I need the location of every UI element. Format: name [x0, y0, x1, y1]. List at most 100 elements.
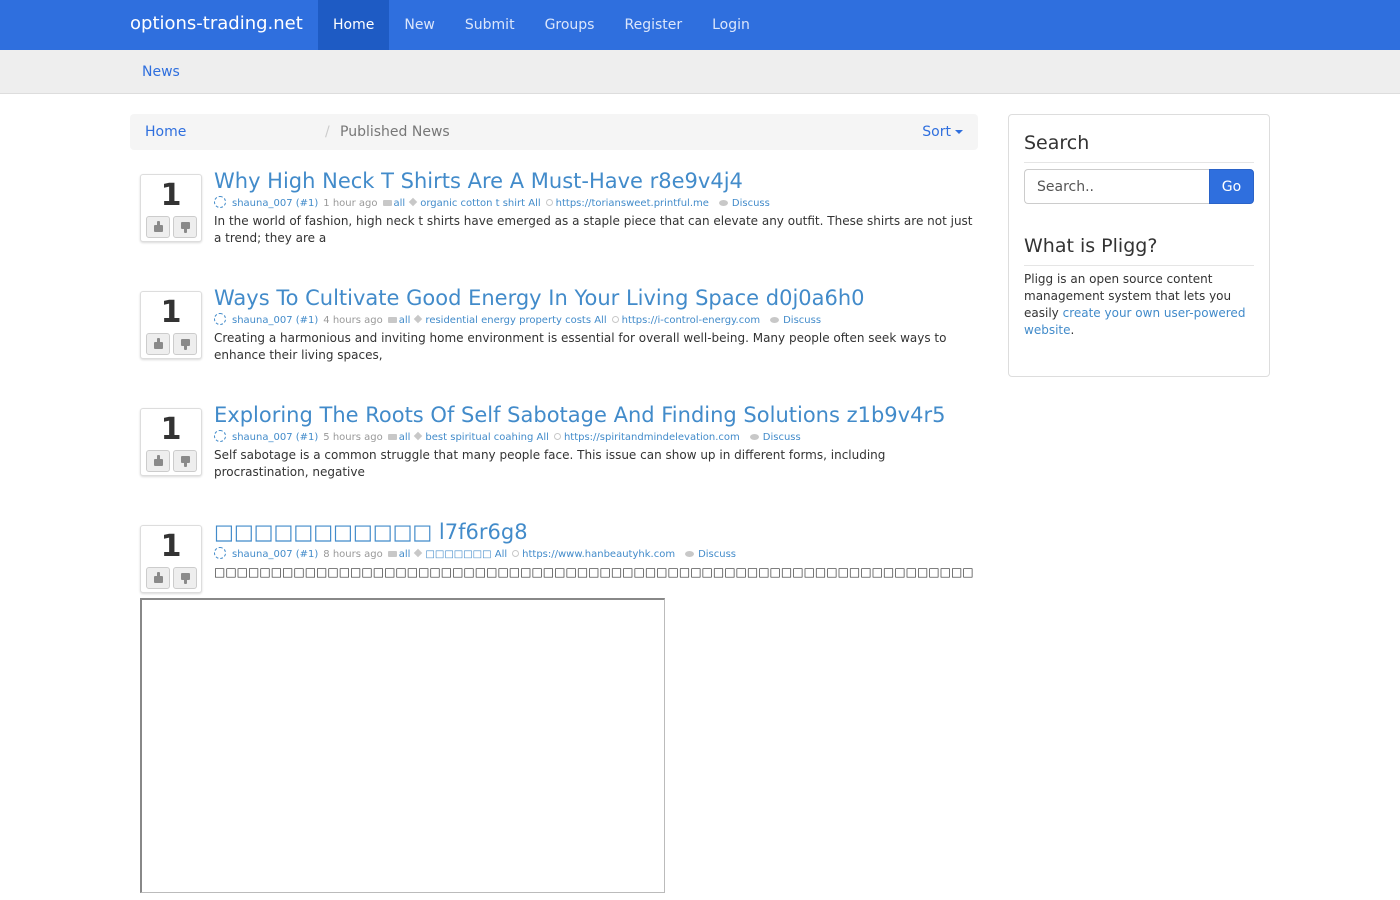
folder-icon — [387, 551, 397, 557]
globe-icon — [512, 550, 520, 557]
story-title[interactable]: Exploring The Roots Of Self Sabotage And… — [214, 403, 980, 427]
story-time: 4 hours ago — [323, 315, 383, 326]
story-title[interactable]: □□□□□□□□□□□ l7f6r6g8 — [214, 520, 980, 544]
thumbs-up-icon — [154, 572, 163, 583]
nav-register[interactable]: Register — [609, 0, 697, 50]
vote-down-button[interactable] — [173, 567, 197, 589]
story-title[interactable]: Why High Neck T Shirts Are A Must-Have r… — [214, 169, 980, 193]
divider — [1024, 265, 1254, 266]
breadcrumb-separator: / — [325, 124, 330, 140]
tag-icon — [414, 548, 423, 558]
nav-groups[interactable]: Groups — [530, 0, 610, 50]
avatar-icon — [214, 430, 226, 442]
vote-count: 1 — [160, 412, 182, 447]
story-meta: shauna_007 (#1) 5 hours ago all best spirit… — [214, 430, 980, 443]
story-tags[interactable]: best spiritual coahing All — [425, 432, 549, 443]
nav-submit[interactable]: Submit — [450, 0, 530, 50]
avatar-icon — [214, 313, 226, 325]
story-category[interactable]: all — [399, 432, 411, 443]
breadcrumb-home[interactable]: Home — [145, 124, 186, 140]
search-go-button[interactable]: Go — [1209, 169, 1254, 204]
vote-down-button[interactable] — [173, 216, 197, 238]
comment-icon — [749, 434, 759, 440]
vote-down-button[interactable] — [173, 450, 197, 472]
vote-count: 1 — [160, 529, 182, 564]
globe-icon — [553, 433, 561, 440]
story-meta: shauna_007 (#1) 8 hours ago all □□□□□□□ All… — [214, 547, 980, 560]
story-url[interactable]: https://www.hanbeautyhk.com — [522, 549, 675, 560]
story-tags[interactable]: residential energy property costs All — [425, 315, 606, 326]
folder-icon — [387, 434, 397, 440]
tag-icon — [414, 314, 423, 324]
comment-icon — [770, 317, 780, 323]
breadcrumb: Home / Published News Sort — [130, 114, 978, 150]
story-url[interactable]: https://i-control-energy.com — [622, 315, 760, 326]
vote-down-button[interactable] — [173, 333, 197, 355]
sidebar-panel: Search Go What is Pligg? Pligg is an ope… — [1008, 114, 1270, 377]
thumbs-up-icon — [154, 221, 163, 232]
sort-label: Sort — [922, 124, 951, 140]
vote-box: 1 — [140, 291, 202, 359]
about-end: . — [1070, 323, 1075, 337]
nav-new[interactable]: New — [389, 0, 450, 50]
search-heading: Search — [1024, 132, 1090, 154]
embedded-frame[interactable] — [140, 598, 665, 893]
story-author[interactable]: shauna_007 (#1) — [232, 432, 318, 443]
story-tags[interactable]: □□□□□□□ All — [425, 549, 507, 560]
caret-down-icon — [955, 130, 963, 134]
avatar-icon — [214, 547, 226, 559]
story-category[interactable]: all — [399, 549, 411, 560]
thumbs-up-icon — [154, 455, 163, 466]
thumbs-up-icon — [154, 338, 163, 349]
globe-icon — [611, 316, 619, 323]
story-author[interactable]: shauna_007 (#1) — [232, 198, 318, 209]
vote-count: 1 — [160, 178, 182, 213]
thumbs-down-icon — [181, 573, 190, 584]
tag-icon — [414, 431, 423, 441]
story-title[interactable]: Ways To Cultivate Good Energy In Your Li… — [214, 286, 980, 310]
subnav-news[interactable]: News — [142, 64, 180, 80]
globe-icon — [545, 199, 553, 206]
vote-up-button[interactable] — [146, 333, 170, 355]
story-time: 1 hour ago — [323, 198, 378, 209]
folder-icon — [387, 317, 397, 323]
story-summary: Creating a harmonious and inviting home … — [214, 331, 947, 362]
story-meta: shauna_007 (#1) 4 hours ago all residential… — [214, 313, 980, 326]
comment-icon — [718, 200, 728, 206]
story-url[interactable]: https://spiritandmindelevation.com — [564, 432, 740, 443]
story-url[interactable]: https://toriansweet.printful.me — [556, 198, 709, 209]
category-subnav: News — [0, 50, 1400, 94]
story-category[interactable]: all — [394, 198, 406, 209]
story-discuss[interactable]: Discuss — [732, 198, 770, 209]
story-summary: □□□□□□□□□□□□□□□□□□□□□□□□□□□□□□□□□□□□□□□□… — [214, 565, 974, 579]
comment-icon — [685, 551, 695, 557]
search-input[interactable] — [1024, 169, 1210, 204]
thumbs-down-icon — [181, 222, 190, 233]
vote-count: 1 — [160, 295, 182, 330]
nav-home[interactable]: Home — [318, 0, 390, 50]
story-discuss[interactable]: Discuss — [783, 315, 821, 326]
sort-dropdown[interactable]: Sort — [922, 124, 963, 140]
top-navbar: options-trading.net Home New Submit Grou… — [0, 0, 1400, 50]
story-summary: In the world of fashion, high neck t shi… — [214, 214, 973, 245]
story-discuss[interactable]: Discuss — [763, 432, 801, 443]
about-text: Pligg is an open source content manageme… — [1024, 271, 1256, 339]
story-tags[interactable]: organic cotton t shirt All — [420, 198, 540, 209]
site-brand[interactable]: options-trading.net — [130, 13, 303, 34]
story-time: 8 hours ago — [323, 549, 383, 560]
vote-up-button[interactable] — [146, 216, 170, 238]
divider — [1024, 162, 1254, 163]
nav-login[interactable]: Login — [697, 0, 765, 50]
vote-box: 1 — [140, 174, 202, 242]
vote-up-button[interactable] — [146, 450, 170, 472]
vote-box: 1 — [140, 408, 202, 476]
vote-up-button[interactable] — [146, 567, 170, 589]
story-discuss[interactable]: Discuss — [698, 549, 736, 560]
story-author[interactable]: shauna_007 (#1) — [232, 549, 318, 560]
story-time: 5 hours ago — [323, 432, 383, 443]
story-category[interactable]: all — [399, 315, 411, 326]
breadcrumb-current: Published News — [340, 124, 450, 140]
vote-box: 1 — [140, 525, 202, 593]
story-author[interactable]: shauna_007 (#1) — [232, 315, 318, 326]
folder-icon — [382, 200, 392, 206]
